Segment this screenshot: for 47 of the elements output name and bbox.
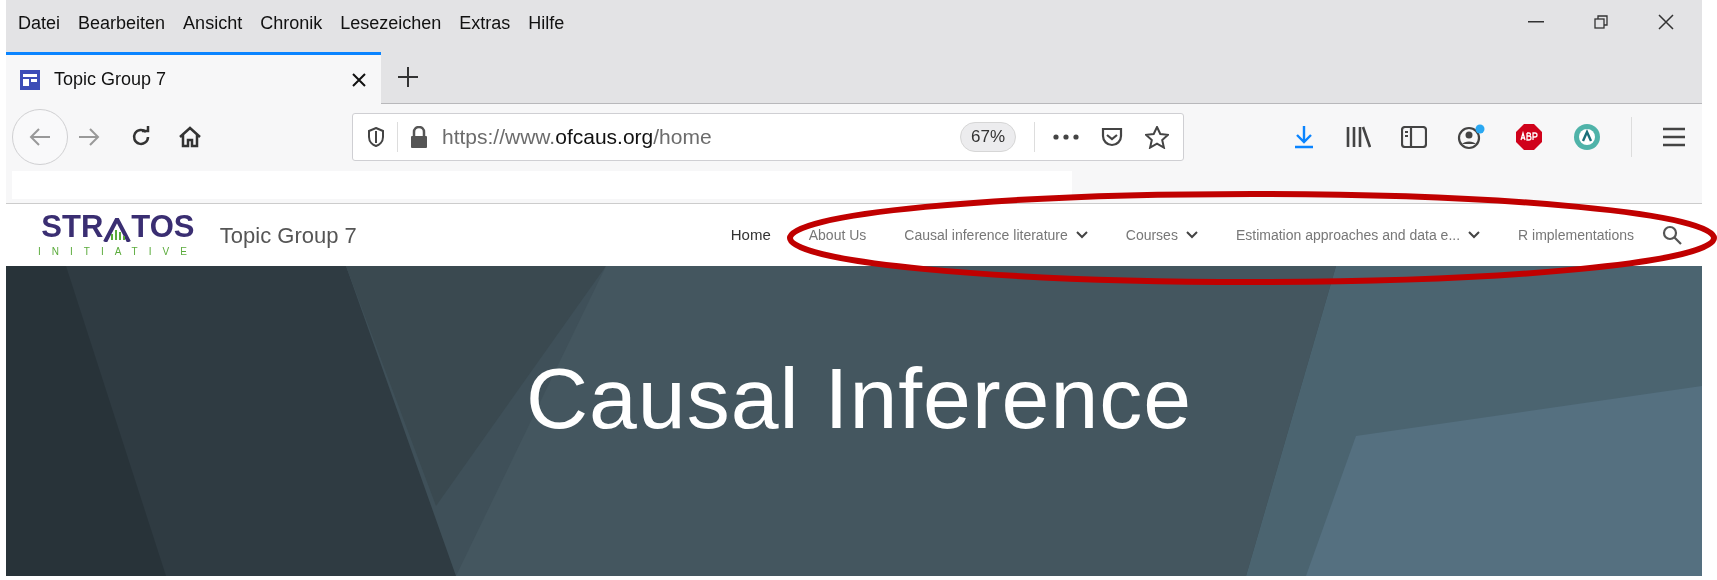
nav-link[interactable]: Courses bbox=[1125, 224, 1198, 246]
hero-title: Causal Inference bbox=[524, 349, 1193, 448]
tab-title: Topic Group 7 bbox=[54, 68, 168, 91]
logo-text: STR bbox=[41, 211, 104, 242]
logo-a-mark-icon bbox=[103, 218, 132, 242]
nav-link[interactable]: Causal inference literature bbox=[904, 224, 1088, 246]
nav-link[interactable]: R implementations bbox=[1518, 224, 1634, 246]
search-icon[interactable] bbox=[1662, 225, 1682, 245]
forward-arrow-icon[interactable] bbox=[78, 127, 100, 147]
close-tab-icon[interactable] bbox=[351, 71, 367, 88]
menu-item[interactable]: Hilfe bbox=[528, 10, 565, 37]
page-icon bbox=[20, 69, 40, 90]
extension-icon[interactable] bbox=[1573, 123, 1601, 151]
logo-subtitle: INITIATIVE bbox=[38, 245, 198, 259]
site-title: Topic Group 7 bbox=[219, 221, 357, 250]
minimize-icon[interactable] bbox=[1528, 21, 1544, 23]
browser-tab[interactable]: Topic Group 7 bbox=[6, 52, 381, 104]
menu-icon[interactable] bbox=[1662, 127, 1686, 147]
nav-link[interactable]: Home bbox=[730, 223, 771, 247]
home-icon[interactable] bbox=[178, 126, 202, 148]
adblock-icon[interactable] bbox=[1515, 123, 1543, 151]
sidebar-icon[interactable] bbox=[1401, 126, 1427, 148]
nav-link[interactable]: About Us bbox=[808, 224, 867, 246]
menu-item[interactable]: Lesezeichen bbox=[340, 10, 442, 37]
reload-icon[interactable] bbox=[130, 126, 152, 148]
account-icon[interactable] bbox=[1457, 124, 1485, 150]
menu-item[interactable]: Ansicht bbox=[183, 10, 243, 37]
star-icon[interactable] bbox=[1145, 125, 1169, 149]
menu-item[interactable]: Bearbeiten bbox=[78, 10, 166, 37]
pocket-icon[interactable] bbox=[1101, 127, 1123, 147]
library-icon[interactable] bbox=[1345, 126, 1371, 148]
address-bar[interactable]: https://www.ofcaus.org/home 67% bbox=[352, 113, 1184, 161]
restore-icon[interactable] bbox=[1594, 15, 1608, 29]
back-arrow-icon bbox=[29, 127, 51, 147]
more-icon[interactable] bbox=[1053, 134, 1079, 140]
lock-icon bbox=[410, 126, 428, 148]
url-text[interactable]: https://www.ofcaus.org/home bbox=[442, 121, 712, 153]
menu-item[interactable]: Chronik bbox=[260, 10, 323, 37]
shield-icon[interactable] bbox=[367, 127, 385, 147]
logo-text: TOS bbox=[131, 211, 195, 242]
new-tab-icon[interactable] bbox=[397, 66, 419, 88]
menu-item[interactable]: Datei bbox=[18, 10, 61, 37]
download-icon[interactable] bbox=[1293, 125, 1315, 149]
zoom-badge[interactable]: 67% bbox=[959, 122, 1016, 152]
nav-link[interactable]: Estimation approaches and data e... bbox=[1235, 224, 1481, 246]
menu-item[interactable]: Extras bbox=[459, 10, 511, 37]
close-icon[interactable] bbox=[1658, 14, 1674, 30]
